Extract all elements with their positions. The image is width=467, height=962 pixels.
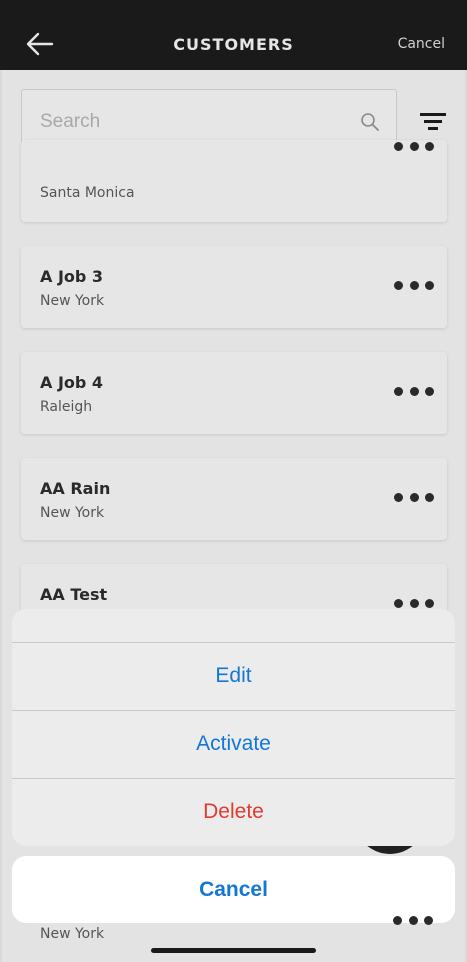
customer-name: A Job 4	[40, 373, 104, 392]
filter-icon[interactable]	[420, 113, 446, 131]
search-icon	[361, 113, 379, 131]
customer-card[interactable]: A Job 3 New York	[21, 246, 447, 328]
nav-header: CUSTOMERS Cancel	[0, 0, 467, 70]
more-options-icon[interactable]	[393, 916, 433, 926]
customer-card[interactable]: A Job 4 Raleigh	[21, 352, 447, 434]
customer-name: AA Rain	[40, 479, 111, 498]
search-placeholder: Search	[40, 111, 101, 132]
activate-button[interactable]: Activate	[12, 710, 455, 777]
customer-card[interactable]: Santa Monica	[21, 140, 447, 222]
customer-city: New York	[40, 926, 105, 942]
customer-name: A Job 3	[40, 267, 104, 286]
customer-city: Raleigh	[40, 399, 93, 415]
more-options-icon[interactable]	[394, 493, 434, 503]
more-options-icon[interactable]	[394, 599, 434, 609]
home-indicator	[151, 948, 316, 953]
more-options-icon[interactable]	[394, 281, 434, 291]
edit-button[interactable]: Edit	[12, 642, 455, 709]
customer-card[interactable]: AA Rain New York	[21, 458, 447, 540]
delete-button[interactable]: Delete	[12, 778, 455, 845]
more-options-icon[interactable]	[394, 387, 434, 397]
customer-city: New York	[40, 505, 105, 521]
action-sheet: Edit Activate Delete	[12, 609, 455, 846]
customer-city: Santa Monica	[40, 185, 135, 201]
customer-name: AA Test	[40, 585, 108, 604]
action-sheet-cancel-button[interactable]: Cancel	[12, 856, 455, 923]
more-options-icon[interactable]	[394, 142, 434, 152]
header-cancel-button[interactable]: Cancel	[398, 36, 445, 52]
customer-city: New York	[40, 293, 105, 309]
